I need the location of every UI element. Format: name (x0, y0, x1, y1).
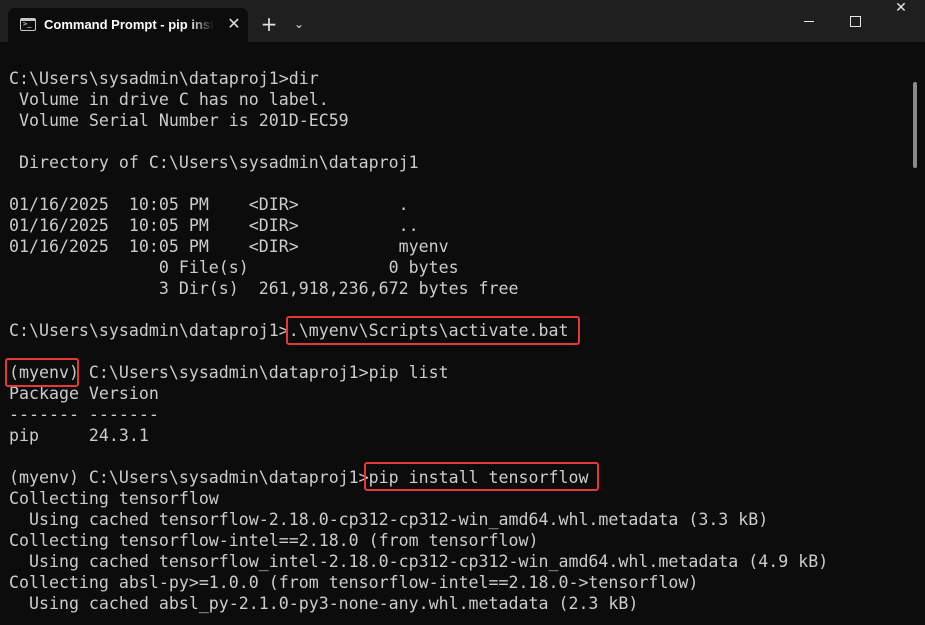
tab-title: Command Prompt - pip install tensorflow (44, 17, 214, 32)
maximize-icon (850, 16, 861, 27)
terminal-line: 3 Dir(s) 261,918,236,672 bytes free (9, 279, 519, 298)
highlight-pip-install-command (364, 462, 599, 491)
terminal-line: Directory of C:\Users\sysadmin\dataproj1 (9, 153, 419, 172)
terminal-line: Volume Serial Number is 201D-EC59 (9, 111, 349, 130)
new-tab-button[interactable]: + (258, 13, 280, 35)
terminal-line: 01/16/2025 10:05 PM <DIR> .. (9, 216, 419, 235)
terminal-line: Using cached tensorflow-2.18.0-cp312-cp3… (9, 510, 769, 529)
terminal-line: pip 24.3.1 (9, 426, 149, 445)
maximize-button[interactable] (832, 0, 878, 42)
terminal-line: Collecting tensorflow (9, 489, 219, 508)
terminal-line: Volume in drive C has no label. (9, 90, 329, 109)
chevron-down-icon[interactable]: ⌄ (290, 15, 308, 33)
close-tab-icon[interactable]: ✕ (226, 16, 242, 32)
terminal-line: Collecting absl-py>=1.0.0 (from tensorfl… (9, 573, 699, 592)
highlight-venv-prompt (5, 358, 79, 387)
terminal-line: C:\Users\sysadmin\dataproj1>dir (9, 69, 319, 88)
terminal-line: 01/16/2025 10:05 PM <DIR> . (9, 195, 409, 214)
highlight-activate-command (286, 316, 580, 345)
minimize-icon (804, 21, 814, 22)
tab-command-prompt[interactable]: >_ Command Prompt - pip install tensorfl… (8, 8, 248, 42)
terminal-output[interactable]: C:\Users\sysadmin\dataproj1>dir Volume i… (0, 42, 912, 625)
terminal-line: Using cached tensorflow_intel-2.18.0-cp3… (9, 552, 829, 571)
close-window-button[interactable]: ✕ (878, 0, 924, 42)
terminal-line: Collecting tensorflow-intel==2.18.0 (fro… (9, 531, 539, 550)
minimize-button[interactable] (786, 0, 832, 42)
scrollbar-thumb[interactable] (913, 82, 917, 168)
terminal-icon: >_ (20, 18, 36, 31)
terminal-line: ------- ------- (9, 405, 159, 424)
terminal-line: 01/16/2025 10:05 PM <DIR> myenv (9, 237, 449, 256)
title-bar: >_ Command Prompt - pip install tensorfl… (0, 0, 925, 42)
terminal-line: 0 File(s) 0 bytes (9, 258, 459, 277)
terminal-line: Using cached absl_py-2.1.0-py3-none-any.… (9, 594, 639, 613)
